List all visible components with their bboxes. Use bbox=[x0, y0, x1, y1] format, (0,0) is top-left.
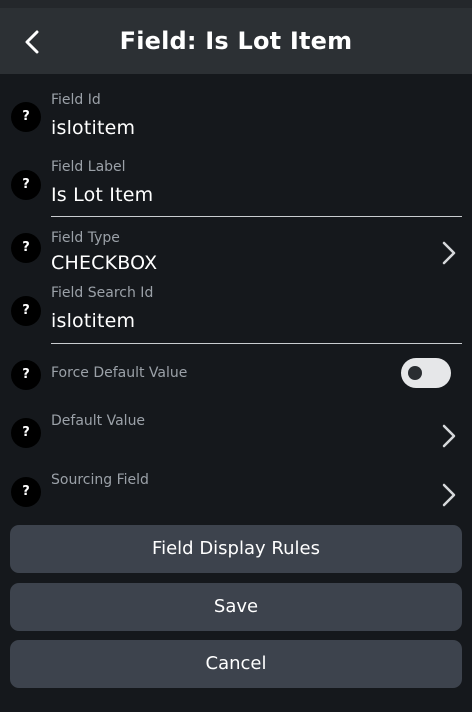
app-header: Field: Is Lot Item bbox=[0, 8, 472, 74]
toggle-knob bbox=[408, 366, 422, 380]
status-strip bbox=[0, 0, 472, 8]
page-title: Field: Is Lot Item bbox=[119, 27, 353, 55]
field-type-label: Field Type bbox=[51, 230, 120, 246]
back-button[interactable] bbox=[16, 24, 52, 60]
default-value-label: Default Value bbox=[51, 413, 146, 429]
field-search-id-underline bbox=[51, 343, 462, 344]
field-search-id-label: Field Search Id bbox=[51, 285, 154, 301]
help-icon-default-value[interactable]: ? bbox=[11, 418, 41, 448]
sourcing-field-label: Sourcing Field bbox=[51, 472, 149, 488]
help-icon-field-type[interactable]: ? bbox=[11, 233, 41, 263]
field-search-id-input[interactable]: islotitem bbox=[51, 310, 135, 332]
field-id-value: islotitem bbox=[51, 117, 136, 139]
field-label-input[interactable]: Is Lot Item bbox=[51, 184, 153, 206]
help-icon-field-search-id[interactable]: ? bbox=[11, 296, 41, 326]
force-default-value-label: Force Default Value bbox=[51, 365, 188, 381]
cancel-button[interactable]: Cancel bbox=[10, 640, 462, 688]
field-display-rules-button[interactable]: Field Display Rules bbox=[10, 525, 462, 573]
field-label-underline bbox=[51, 216, 462, 217]
help-icon-field-label[interactable]: ? bbox=[11, 170, 41, 200]
save-button[interactable]: Save bbox=[10, 583, 462, 631]
force-default-toggle[interactable] bbox=[401, 358, 451, 388]
chevron-right-icon[interactable] bbox=[440, 424, 458, 448]
help-icon-sourcing-field[interactable]: ? bbox=[11, 477, 41, 507]
help-icon-field-id[interactable]: ? bbox=[11, 102, 41, 132]
chevron-left-icon bbox=[25, 30, 39, 54]
chevron-right-icon[interactable] bbox=[440, 241, 458, 265]
help-icon-force-default[interactable]: ? bbox=[11, 360, 41, 390]
chevron-right-icon[interactable] bbox=[440, 483, 458, 507]
field-label-label: Field Label bbox=[51, 159, 126, 175]
field-type-value: CHECKBOX bbox=[51, 252, 158, 274]
field-id-label: Field Id bbox=[51, 92, 101, 108]
